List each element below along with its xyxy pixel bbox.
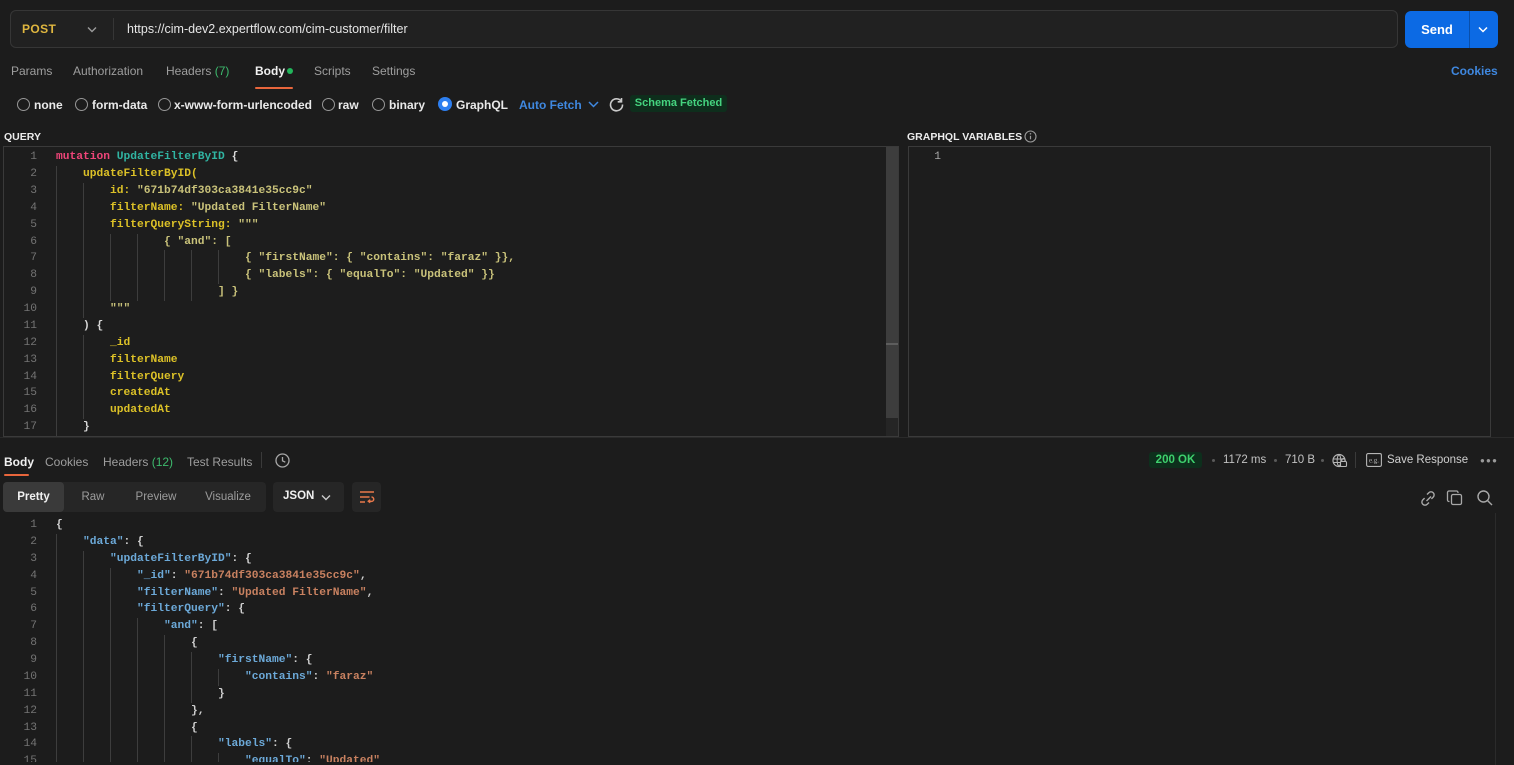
svg-text:e.g.: e.g.: [1369, 457, 1379, 465]
